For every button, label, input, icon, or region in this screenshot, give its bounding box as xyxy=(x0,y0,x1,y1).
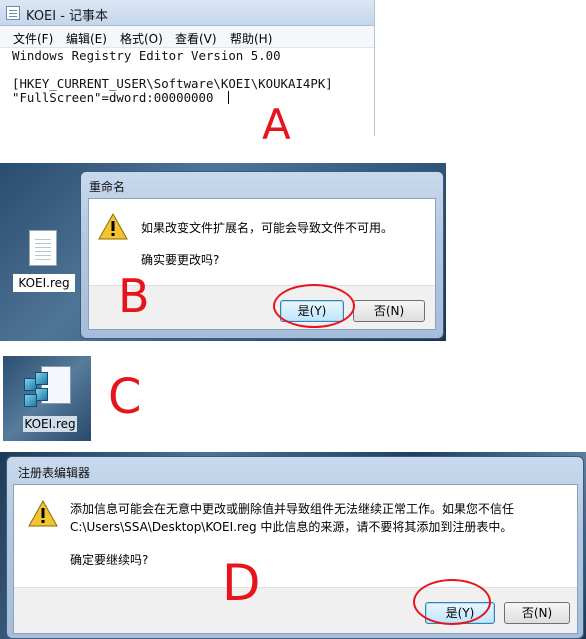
menu-format[interactable]: 格式(O) xyxy=(120,30,163,47)
rename-message: 如果改变文件扩展名，可能会导致文件不可用。 xyxy=(141,221,394,235)
regedit-dialog: 注册表编辑器 添加信息可能会在无意中更改或删除值并导致组件无法继续正常工作。如果… xyxy=(6,456,584,639)
rename-question: 确实要更改吗? xyxy=(141,253,220,267)
regedit-dialog-client: 添加信息可能会在无意中更改或删除值并导致组件无法继续正常工作。如果您不信任 C:… xyxy=(13,484,578,634)
regedit-no-button[interactable]: 否(N) xyxy=(504,602,570,624)
annotation-letter-a: A xyxy=(262,100,291,149)
notepad-window: KOEI - 记事本 文件(F) 编辑(E) 格式(O) 查看(V) 帮助(H)… xyxy=(0,0,375,136)
annotation-circle xyxy=(273,284,355,328)
menu-help[interactable]: 帮助(H) xyxy=(230,30,272,47)
rename-dialog-screenshot: KOEI.reg 重命名 如果改变文件扩展名，可能会导致文件不可用。 确实要更改… xyxy=(0,163,446,341)
notepad-titlebar[interactable]: KOEI - 记事本 xyxy=(0,0,374,26)
notepad-title: KOEI - 记事本 xyxy=(26,9,109,24)
notepad-text-area[interactable]: Windows Registry Editor Version 5.00 [HK… xyxy=(12,49,333,105)
text-line: Windows Registry Editor Version 5.00 xyxy=(12,48,281,63)
regedit-question: 确定要继续吗? xyxy=(70,553,149,567)
notepad-icon xyxy=(6,6,20,20)
rename-no-button[interactable]: 否(N) xyxy=(353,300,425,322)
desktop-file-reg[interactable]: KOEI.reg xyxy=(10,228,76,296)
text-line: "FullScreen"=dword:00000000 xyxy=(12,90,229,105)
cube-icon xyxy=(35,372,48,385)
desktop-file-label: KOEI.reg xyxy=(13,274,75,292)
cube-icon xyxy=(24,394,37,407)
menu-file[interactable]: 文件(F) xyxy=(13,30,53,47)
file-icon xyxy=(29,230,57,266)
regedit-dialog-footer: 是(Y) 否(N) xyxy=(14,587,577,633)
regedit-dialog-title: 注册表编辑器 xyxy=(18,466,91,480)
annotation-letter-b: B xyxy=(118,269,150,323)
registry-file-icon[interactable] xyxy=(21,364,73,412)
regedit-message-line2: C:\Users\SSA\Desktop\KOEI.reg 中此信息的来源，请不… xyxy=(70,520,513,534)
annotation-circle xyxy=(413,579,491,625)
annotation-letter-c: C xyxy=(108,369,142,425)
reg-file-label: KOEI.reg xyxy=(23,416,77,432)
warning-icon xyxy=(28,500,58,527)
text-caret xyxy=(228,91,230,104)
menu-edit[interactable]: 编辑(E) xyxy=(66,30,107,47)
regedit-dialog-screenshot: 注册表编辑器 添加信息可能会在无意中更改或删除值并导致组件无法继续正常工作。如果… xyxy=(0,452,586,639)
warning-icon xyxy=(98,213,128,240)
annotation-letter-d: D xyxy=(222,554,261,612)
menu-view[interactable]: 查看(V) xyxy=(175,30,217,47)
notepad-menubar: 文件(F) 编辑(E) 格式(O) 查看(V) 帮助(H) xyxy=(0,26,374,48)
reg-file-screenshot: KOEI.reg xyxy=(3,356,91,441)
regedit-message-line1: 添加信息可能会在无意中更改或删除值并导致组件无法继续正常工作。如果您不信任 xyxy=(70,502,515,516)
rename-dialog-title: 重命名 xyxy=(89,180,126,194)
text-line: [HKEY_CURRENT_USER\Software\KOEI\KOUKAI4… xyxy=(12,76,333,91)
